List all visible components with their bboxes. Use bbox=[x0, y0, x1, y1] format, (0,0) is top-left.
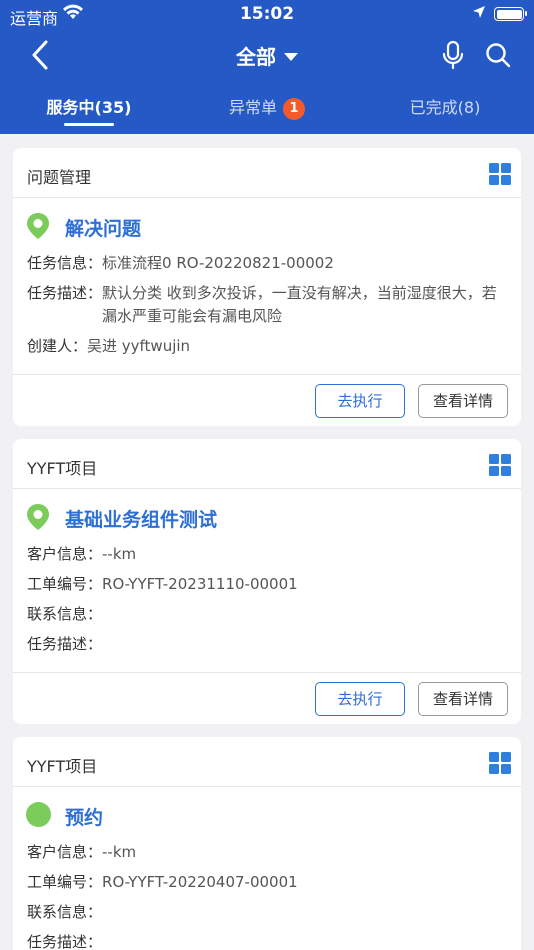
card-header: YYFT项目 bbox=[13, 737, 521, 787]
filter-dropdown[interactable]: 全部 bbox=[236, 41, 298, 70]
tab-label: 异常单 bbox=[228, 98, 277, 117]
task-card[interactable]: YYFT项目 预约 客户信息： --km 工单编号： RO-YYFT-2022040… bbox=[13, 737, 521, 950]
info-row: 工单编号： RO-YYFT-20220407-00001 bbox=[27, 871, 507, 894]
field-value: --km bbox=[102, 545, 137, 563]
card-category: YYFT项目 bbox=[27, 757, 98, 776]
info-row: 客户信息： --km bbox=[27, 841, 507, 864]
grid-menu-icon[interactable] bbox=[489, 163, 511, 185]
info-row: 联系信息： bbox=[27, 901, 507, 924]
info-row: 客户信息： --km bbox=[27, 543, 507, 566]
card-actions: 去执行 查看详情 bbox=[13, 374, 521, 426]
info-row: 创建人： 吴进 yyftwujin bbox=[27, 335, 507, 358]
task-title-row: 预约 bbox=[13, 787, 521, 841]
grid-menu-icon[interactable] bbox=[489, 454, 511, 476]
field-value: --km bbox=[102, 843, 137, 861]
clock: 15:02 bbox=[239, 4, 295, 24]
task-title[interactable]: 解决问题 bbox=[65, 214, 141, 241]
task-info: 客户信息： --km 工单编号： RO-YYFT-20220407-00001 联系… bbox=[13, 841, 521, 950]
card-header: 问题管理 bbox=[13, 148, 521, 198]
location-pin-icon bbox=[27, 504, 49, 530]
card-category: 问题管理 bbox=[27, 168, 92, 187]
info-row: 任务描述： bbox=[27, 931, 507, 950]
field-label: 创建人： bbox=[27, 337, 88, 355]
info-row: 联系信息： bbox=[27, 603, 507, 626]
info-row: 任务信息： 标准流程0 RO-20220821-00002 bbox=[27, 252, 507, 275]
field-label: 工单编号： bbox=[27, 873, 103, 891]
task-info: 客户信息： --km 工单编号： RO-YYFT-20231110-00001 联系… bbox=[13, 543, 521, 656]
field-value: 标准流程0 RO-20220821-00002 bbox=[102, 254, 334, 272]
task-info: 任务信息： 标准流程0 RO-20220821-00002 任务描述： 默认分类 收… bbox=[13, 252, 521, 358]
microphone-icon[interactable] bbox=[440, 40, 466, 70]
field-label: 任务描述： bbox=[27, 933, 103, 950]
info-row: 任务描述： 默认分类 收到多次投诉，一直没有解决，当前湿度很大，若漏水严重可能会有… bbox=[27, 282, 507, 328]
view-details-button[interactable]: 查看详情 bbox=[418, 384, 508, 418]
field-value bbox=[102, 633, 507, 656]
active-tab-indicator bbox=[64, 123, 114, 126]
field-value bbox=[102, 603, 507, 626]
task-title-row: 基础业务组件测试 bbox=[13, 489, 521, 543]
field-value: 吴进 yyftwujin bbox=[87, 337, 191, 355]
status-bar: 运营商 15:02 bbox=[0, 0, 534, 30]
grid-menu-icon[interactable] bbox=[489, 752, 511, 774]
status-tabs: 服务中(35) 异常单 1 已完成(8) bbox=[0, 90, 534, 134]
nav-bar: 全部 bbox=[0, 30, 534, 80]
field-label: 客户信息： bbox=[27, 545, 103, 563]
field-label: 客户信息： bbox=[27, 843, 103, 861]
nav-title: 全部 bbox=[236, 45, 276, 69]
card-header: YYFT项目 bbox=[13, 439, 521, 489]
card-category: YYFT项目 bbox=[27, 459, 98, 478]
task-title[interactable]: 基础业务组件测试 bbox=[65, 505, 217, 532]
task-title[interactable]: 预约 bbox=[65, 803, 103, 830]
field-label: 联系信息： bbox=[27, 903, 103, 921]
tab-in-service[interactable]: 服务中(35) bbox=[20, 90, 158, 134]
field-label: 任务描述： bbox=[27, 635, 103, 653]
tab-label: 已完成(8) bbox=[409, 98, 481, 117]
back-arrow-icon[interactable] bbox=[26, 38, 58, 72]
field-value: RO-YYFT-20220407-00001 bbox=[102, 873, 298, 891]
field-value: 默认分类 收到多次投诉，一直没有解决，当前湿度很大，若漏水严重可能会有漏电风险 bbox=[102, 284, 497, 325]
execute-button[interactable]: 去执行 bbox=[315, 682, 405, 716]
view-details-button[interactable]: 查看详情 bbox=[418, 682, 508, 716]
app-header: 运营商 15:02 全部 服务中(35) 异常单 1 已完成(8) bbox=[0, 0, 534, 134]
location-arrow-icon bbox=[473, 6, 485, 18]
field-value bbox=[102, 931, 507, 950]
field-label: 任务信息： bbox=[27, 254, 103, 272]
tab-exception[interactable]: 异常单 1 bbox=[200, 90, 334, 134]
info-row: 工单编号： RO-YYFT-20231110-00001 bbox=[27, 573, 507, 596]
field-value: RO-YYFT-20231110-00001 bbox=[102, 575, 298, 593]
green-dot-icon bbox=[26, 802, 51, 827]
execute-button[interactable]: 去执行 bbox=[315, 384, 405, 418]
field-label: 联系信息： bbox=[27, 605, 103, 623]
search-icon[interactable] bbox=[484, 41, 512, 69]
field-value bbox=[102, 901, 507, 924]
task-title-row: 解决问题 bbox=[13, 198, 521, 252]
exception-count-badge: 1 bbox=[283, 98, 305, 120]
tab-completed[interactable]: 已完成(8) bbox=[380, 90, 510, 134]
info-row: 任务描述： bbox=[27, 633, 507, 656]
field-label: 任务描述： bbox=[27, 284, 103, 302]
location-pin-icon bbox=[27, 213, 49, 239]
caret-down-icon bbox=[284, 53, 298, 61]
field-label: 工单编号： bbox=[27, 575, 103, 593]
card-actions: 去执行 查看详情 bbox=[13, 672, 521, 724]
task-card[interactable]: 问题管理 解决问题 任务信息： 标准流程0 RO-20220821-00002 任… bbox=[13, 148, 521, 426]
battery-icon bbox=[494, 7, 527, 21]
tab-label: 服务中(35) bbox=[46, 98, 132, 117]
task-card[interactable]: YYFT项目 基础业务组件测试 客户信息： --km 工单编号： RO-YYFT-2… bbox=[13, 439, 521, 724]
